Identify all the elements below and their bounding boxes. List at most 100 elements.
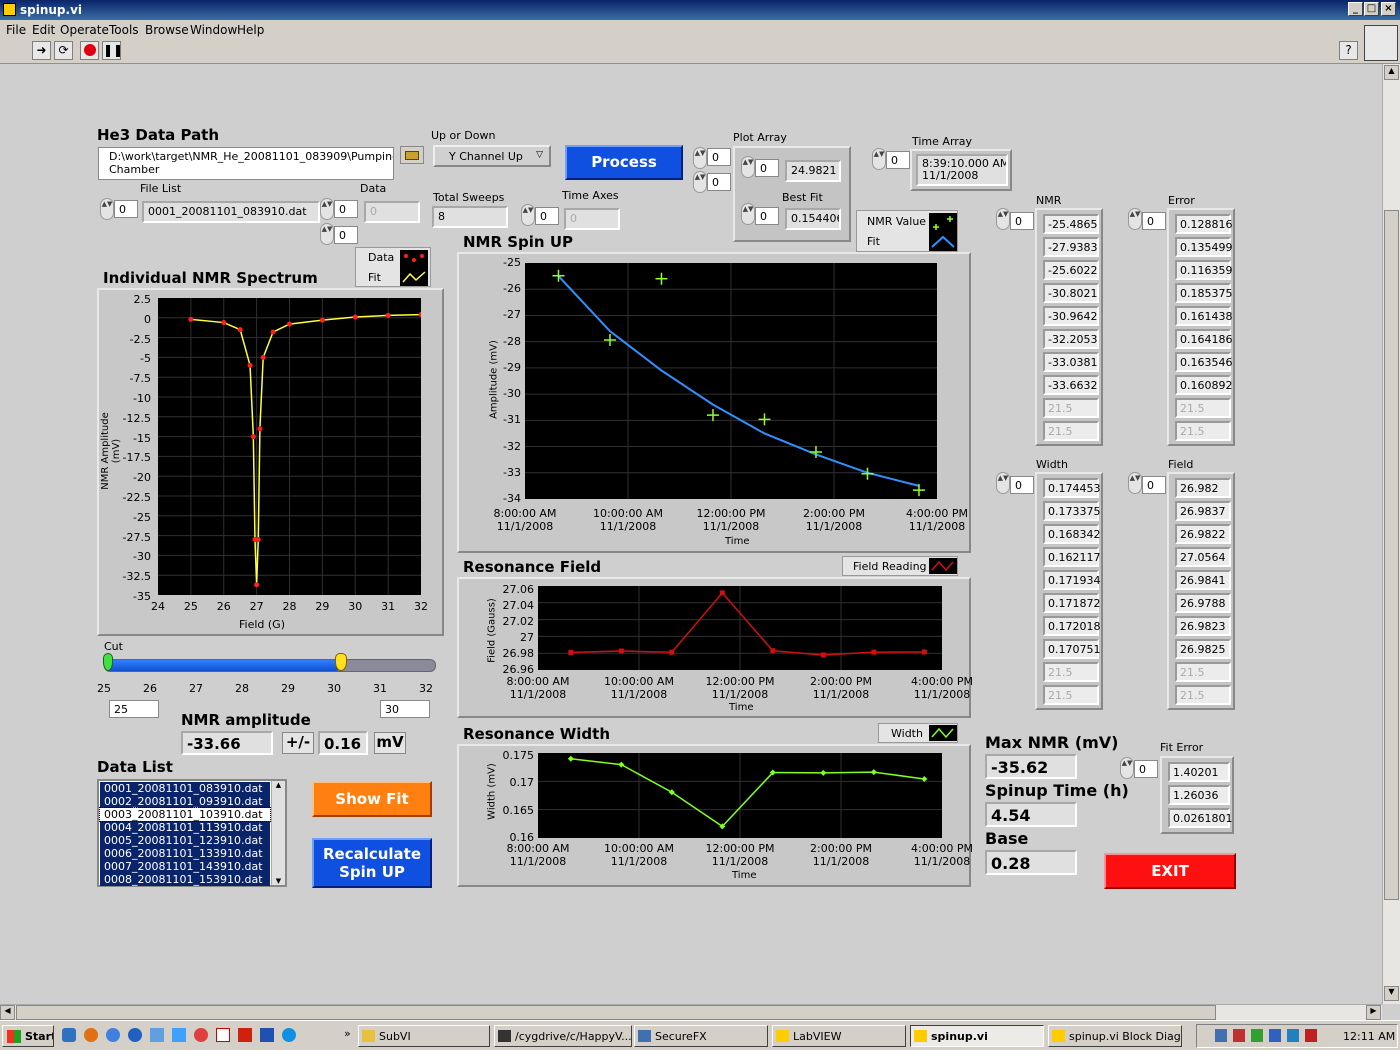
recalculate-button[interactable]: Recalculate Spin UP xyxy=(312,838,432,888)
app-icon[interactable] xyxy=(194,1028,208,1042)
menu-operate[interactable]: Operate xyxy=(60,23,109,37)
list-item[interactable]: 0006_20081101_133910.dat xyxy=(100,847,270,860)
list-item[interactable]: 0005_20081101_123910.dat xyxy=(100,834,270,847)
start-button[interactable]: Start xyxy=(2,1025,54,1047)
task-block-diagram[interactable]: spinup.vi Block Diag... xyxy=(1048,1025,1182,1047)
index-spinner[interactable]: ▲▼ xyxy=(320,223,334,245)
menu-edit[interactable]: Edit xyxy=(32,23,55,37)
menu-help[interactable]: Help xyxy=(237,23,264,37)
best-fit-index[interactable]: 0 xyxy=(755,207,779,225)
scroll-left-icon[interactable]: ◀ xyxy=(0,1005,15,1020)
index-spinner[interactable]: ▲▼ xyxy=(872,148,886,170)
task-cygwin[interactable]: /cygdrive/c/HappyV... xyxy=(494,1025,632,1047)
list-item[interactable]: 0004_20081101_113910.dat xyxy=(100,821,270,834)
list-item[interactable]: 0002_20081101_093910.dat xyxy=(100,795,270,808)
index-spinner[interactable]: ▲▼ xyxy=(521,204,535,226)
scroll-down-icon[interactable]: ▼ xyxy=(1384,986,1399,1001)
list-item[interactable]: 0003_20081101_103910.dat xyxy=(99,807,271,822)
time-axes-index[interactable]: 0 xyxy=(535,207,559,225)
pause-icon[interactable]: ❚❚ xyxy=(102,41,123,60)
run-continuously-icon[interactable]: ⟳ xyxy=(54,41,73,60)
chevron-right-icon[interactable]: » xyxy=(344,1027,351,1040)
index-spinner[interactable]: ▲▼ xyxy=(693,147,707,169)
index-spinner[interactable]: ▲▼ xyxy=(1128,472,1142,494)
path-input[interactable]: D:\work\target\NMR_He_20081101_083909\Pu… xyxy=(98,147,394,180)
ie-icon[interactable] xyxy=(282,1028,296,1042)
index-spinner[interactable]: ▲▼ xyxy=(100,198,114,220)
gmail-icon[interactable] xyxy=(238,1028,252,1042)
scroll-right-icon[interactable]: ▶ xyxy=(1366,1005,1381,1020)
show-desktop-icon[interactable] xyxy=(62,1028,76,1042)
error-array-index[interactable]: 0 xyxy=(1142,212,1166,230)
show-fit-button[interactable]: Show Fit xyxy=(312,781,432,817)
data-index-1[interactable]: 0 xyxy=(334,200,358,218)
cut-high-handle[interactable] xyxy=(334,653,347,671)
thunderbird-icon[interactable] xyxy=(106,1028,120,1042)
index-spinner[interactable]: ▲▼ xyxy=(1128,208,1142,230)
data-list[interactable]: 0001_20081101_083910.dat 0002_20081101_09… xyxy=(97,779,287,887)
index-misc-a[interactable]: 0 xyxy=(707,148,731,166)
data-index-2[interactable]: 0 xyxy=(334,226,358,244)
cut-low-handle[interactable] xyxy=(103,653,113,671)
abort-icon[interactable] xyxy=(80,41,99,60)
time-array-index[interactable]: 0 xyxy=(886,151,910,169)
update-tray-icon[interactable] xyxy=(1251,1029,1263,1042)
menu-browse[interactable]: Browse xyxy=(145,23,189,37)
vc-icon[interactable] xyxy=(216,1028,230,1042)
display-tray-icon[interactable] xyxy=(1269,1029,1281,1042)
menu-file[interactable]: File xyxy=(6,23,26,37)
run-arrow-icon[interactable]: ➜ xyxy=(32,41,51,60)
close-button[interactable]: × xyxy=(1381,2,1396,16)
vertical-scrollbar[interactable]: ▲ ▼ xyxy=(1382,64,1400,1004)
index-spinner[interactable]: ▲▼ xyxy=(741,203,755,225)
up-down-select[interactable]: Y Channel Up ▽ xyxy=(433,145,551,167)
network-tray-icon[interactable] xyxy=(1215,1029,1227,1042)
index-spinner[interactable]: ▲▼ xyxy=(693,171,707,193)
list-item[interactable]: 0001_20081101_083910.dat xyxy=(100,782,270,795)
horizontal-scrollbar[interactable]: ◀ ▶ xyxy=(0,1004,1382,1020)
plot-array-index[interactable]: 0 xyxy=(755,159,779,177)
index-spinner[interactable]: ▲▼ xyxy=(1120,757,1134,779)
scroll-up-icon[interactable]: ▲ xyxy=(1384,65,1399,80)
nmr-array-index[interactable]: 0 xyxy=(1010,212,1034,230)
menu-tools[interactable]: Tools xyxy=(109,23,139,37)
maximize-button[interactable]: □ xyxy=(1364,2,1379,16)
list-item[interactable]: 0007_20081101_143910.dat xyxy=(100,860,270,873)
cut-high-input[interactable]: 30 xyxy=(380,700,430,718)
scroll-down-icon[interactable]: ▼ xyxy=(272,877,285,885)
list-item[interactable]: 0008_20081101_153910.dat xyxy=(100,873,270,886)
field-array-index[interactable]: 0 xyxy=(1142,476,1166,494)
index-spinner[interactable]: ▲▼ xyxy=(996,208,1010,230)
scroll-thumb[interactable] xyxy=(1384,210,1399,900)
index-spinner[interactable]: ▲▼ xyxy=(996,472,1010,494)
fit-error-index[interactable]: 0 xyxy=(1134,760,1158,778)
hscroll-thumb[interactable] xyxy=(16,1005,1216,1020)
antivirus-tray-icon[interactable] xyxy=(1305,1029,1317,1042)
task-subvi[interactable]: SubVI xyxy=(358,1025,490,1047)
shield-icon[interactable] xyxy=(260,1028,274,1042)
task-securefx[interactable]: SecureFX xyxy=(634,1025,768,1047)
data-list-scrollbar[interactable]: ▲ ▼ xyxy=(271,781,285,885)
task-spinup-vi[interactable]: spinup.vi xyxy=(910,1025,1044,1047)
security-tray-icon[interactable] xyxy=(1233,1029,1245,1042)
process-button[interactable]: Process xyxy=(565,145,683,180)
explorer-icon[interactable] xyxy=(172,1028,186,1042)
browse-folder-icon[interactable] xyxy=(400,146,424,164)
index-misc-b[interactable]: 0 xyxy=(707,173,731,191)
index-spinner[interactable]: ▲▼ xyxy=(320,198,334,220)
index-spinner[interactable]: ▲▼ xyxy=(741,156,755,178)
shield-tray-icon[interactable] xyxy=(1287,1029,1299,1042)
width-array-index[interactable]: 0 xyxy=(1010,476,1034,494)
exit-button[interactable]: EXIT xyxy=(1104,853,1236,889)
firefox-icon[interactable] xyxy=(84,1028,98,1042)
network-icon[interactable] xyxy=(150,1028,164,1042)
cut-slider-track[interactable] xyxy=(103,653,436,672)
help-icon[interactable]: ? xyxy=(1339,41,1358,60)
menu-window[interactable]: Window xyxy=(190,23,237,37)
scroll-up-icon[interactable]: ▲ xyxy=(272,781,285,789)
cut-low-input[interactable]: 25 xyxy=(109,700,159,718)
task-labview[interactable]: LabVIEW xyxy=(772,1025,906,1047)
media-player-icon[interactable] xyxy=(128,1028,142,1042)
file-list-index[interactable]: 0 xyxy=(114,200,138,218)
minimize-button[interactable]: _ xyxy=(1348,2,1363,16)
